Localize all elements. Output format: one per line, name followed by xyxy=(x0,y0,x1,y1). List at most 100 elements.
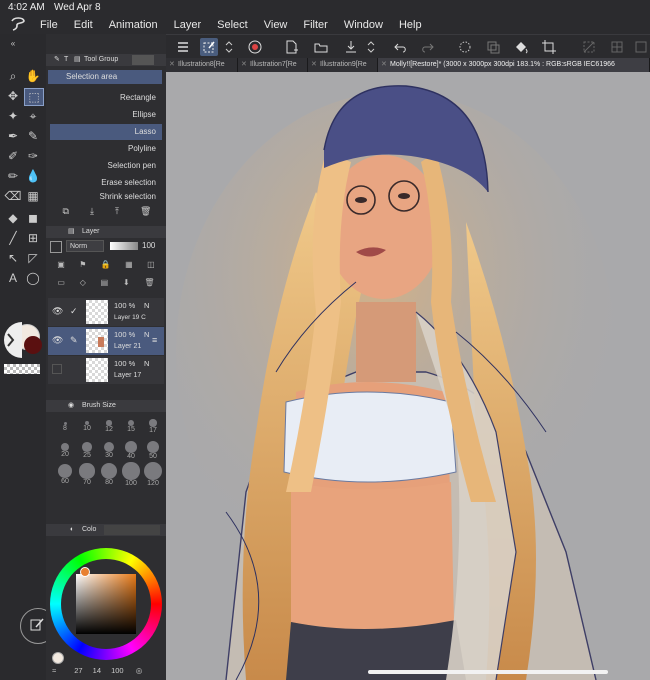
hamburger-menu-icon[interactable] xyxy=(174,38,192,56)
layer-row[interactable]: 👁 ✎ 100 % N Layer 21 ≡ xyxy=(48,327,164,355)
pen-icon[interactable]: ✒ xyxy=(4,128,22,144)
record-icon[interactable] xyxy=(246,38,264,56)
redo-icon[interactable] xyxy=(418,38,436,56)
clip-icon[interactable]: ▣ xyxy=(57,260,65,272)
line-icon[interactable]: ╱ xyxy=(4,230,22,246)
sub-tool-polyline[interactable]: Polyline xyxy=(50,141,162,157)
check-icon[interactable]: ✓ xyxy=(70,306,78,317)
save-icon[interactable] xyxy=(342,38,360,56)
sub-tool-shrink-selection[interactable]: Shrink selection xyxy=(50,192,162,202)
layer-panel-toggle[interactable] xyxy=(50,241,62,253)
pen-edit-icon[interactable]: ✎ xyxy=(70,335,78,346)
settings-icon[interactable] xyxy=(632,38,650,56)
copy-icon[interactable]: ⧉ xyxy=(63,206,69,218)
selection-tool-icon[interactable]: ⬚ xyxy=(24,88,44,106)
reference-icon[interactable]: ⚑ xyxy=(79,260,86,272)
menu-edit[interactable]: Edit xyxy=(74,19,93,31)
open-folder-icon[interactable] xyxy=(312,38,330,56)
brush-size-option[interactable]: 120 xyxy=(142,462,164,487)
hand-icon[interactable]: ✋ xyxy=(24,68,42,84)
blend-icon[interactable]: 💧 xyxy=(24,168,42,184)
brush-size-option[interactable]: 25 xyxy=(76,440,98,462)
transparent-swatch[interactable] xyxy=(4,364,40,374)
tab-illustration8[interactable]: ✕ Illustration8[Re xyxy=(166,58,238,72)
lock-alpha-icon[interactable]: ▦ xyxy=(125,260,133,272)
brush-size-option[interactable]: 10 xyxy=(76,416,98,438)
lock-icon[interactable]: 🔒 xyxy=(101,260,111,272)
trash-icon[interactable]: 🗑 xyxy=(140,206,151,218)
pen-tab-icon[interactable]: ✎ xyxy=(54,54,60,66)
color-tabs[interactable] xyxy=(104,525,160,535)
fill-tool-icon[interactable]: ◆ xyxy=(4,210,22,226)
gradient-icon[interactable]: ▦ xyxy=(24,188,42,204)
pencil-icon[interactable]: ✎ xyxy=(24,128,42,144)
airbrush-icon[interactable]: ✑ xyxy=(24,148,42,164)
deselect-icon[interactable] xyxy=(580,38,598,56)
move-icon[interactable]: ✥ xyxy=(4,88,22,104)
eyedropper-icon[interactable]: ⌖ xyxy=(24,108,42,124)
brush-size-option[interactable]: 17 xyxy=(142,416,164,438)
tab-illustration9[interactable]: ✕ Illustration9[Re xyxy=(308,58,378,72)
merge-icon[interactable]: ⬇ xyxy=(123,278,130,290)
close-icon[interactable]: ✕ xyxy=(241,58,247,72)
menu-select[interactable]: Select xyxy=(217,19,248,31)
fill-icon[interactable] xyxy=(512,38,530,56)
brush-size-option[interactable]: 50 xyxy=(142,440,164,462)
tool-group-tab-2[interactable] xyxy=(132,55,154,65)
brush-size-option[interactable]: 70 xyxy=(76,463,98,486)
zoom-icon[interactable]: ⌕ xyxy=(4,68,22,84)
close-icon[interactable]: ✕ xyxy=(311,58,317,72)
eye-icon[interactable]: 👁 xyxy=(52,335,63,346)
chevron-updown-icon-2[interactable] xyxy=(366,38,376,56)
eye-icon[interactable]: 👁 xyxy=(52,306,63,317)
tool-selection-area[interactable]: Selection area xyxy=(48,70,162,84)
sub-tool-rectangle[interactable]: Rectangle xyxy=(50,90,162,106)
menu-layer[interactable]: Layer xyxy=(174,19,202,31)
balloon-icon[interactable]: ◯ xyxy=(24,270,42,286)
app-logo-icon[interactable] xyxy=(10,17,26,31)
current-color-dot[interactable] xyxy=(52,652,64,664)
menu-file[interactable]: File xyxy=(40,19,58,31)
menu-window[interactable]: Window xyxy=(344,19,383,31)
blend-mode-select[interactable]: Norm xyxy=(66,240,104,252)
ruler-icon[interactable]: ◸ xyxy=(24,250,42,266)
delete-layer-icon[interactable]: 🗑 xyxy=(144,278,154,290)
export-icon[interactable]: ⤒ xyxy=(115,206,119,218)
tab-molly[interactable]: ✕ Molly!![Restore]* (3000 x 3000px 300dpi… xyxy=(378,58,650,72)
decoration-icon[interactable]: ✏ xyxy=(4,168,22,184)
menu-filter[interactable]: Filter xyxy=(303,19,327,31)
grid-icon[interactable] xyxy=(608,38,626,56)
tab-illustration7[interactable]: ✕ Illustration7[Re xyxy=(238,58,308,72)
sub-tool-lasso[interactable]: Lasso xyxy=(50,124,162,140)
menu-animation[interactable]: Animation xyxy=(109,19,158,31)
brush-size-option[interactable]: 40 xyxy=(120,440,142,462)
sub-tool-selection-pen[interactable]: Selection pen xyxy=(50,158,162,174)
folder-icon[interactable]: ▤ xyxy=(101,278,109,290)
drag-handle-icon[interactable]: ≡ xyxy=(152,335,157,345)
operation-icon[interactable]: ↖ xyxy=(4,250,22,266)
menu-view[interactable]: View xyxy=(264,19,288,31)
visibility-toggle[interactable] xyxy=(52,364,62,374)
eraser-icon[interactable]: ⌫ xyxy=(4,188,22,204)
brush-size-option[interactable]: 100 xyxy=(120,462,142,487)
brush-icon[interactable]: ✐ xyxy=(4,148,22,164)
brush-size-option[interactable]: 30 xyxy=(98,440,120,462)
brush-size-option[interactable]: 8 xyxy=(54,416,76,438)
saturation-value-box[interactable] xyxy=(76,574,136,634)
chevron-right-icon[interactable] xyxy=(6,332,16,348)
transform-icon[interactable] xyxy=(200,38,218,56)
opacity-slider[interactable] xyxy=(110,242,138,250)
brush-size-option[interactable]: 12 xyxy=(98,416,120,438)
close-icon[interactable]: ✕ xyxy=(381,58,387,72)
new-canvas-icon[interactable] xyxy=(282,38,300,56)
canvas[interactable] xyxy=(166,72,650,680)
brush-size-option[interactable]: 15 xyxy=(120,416,142,438)
collapse-icon[interactable]: « xyxy=(4,36,22,52)
undo-icon[interactable] xyxy=(392,38,410,56)
new-vector-icon[interactable]: ◇ xyxy=(80,278,86,290)
sub-tool-ellipse[interactable]: Ellipse xyxy=(50,107,162,123)
close-icon[interactable]: ✕ xyxy=(169,58,175,72)
chevron-updown-icon[interactable] xyxy=(224,38,234,56)
brush-size-option[interactable]: 80 xyxy=(98,462,120,486)
eyedropper-small-icon[interactable]: ≈ xyxy=(52,666,56,675)
